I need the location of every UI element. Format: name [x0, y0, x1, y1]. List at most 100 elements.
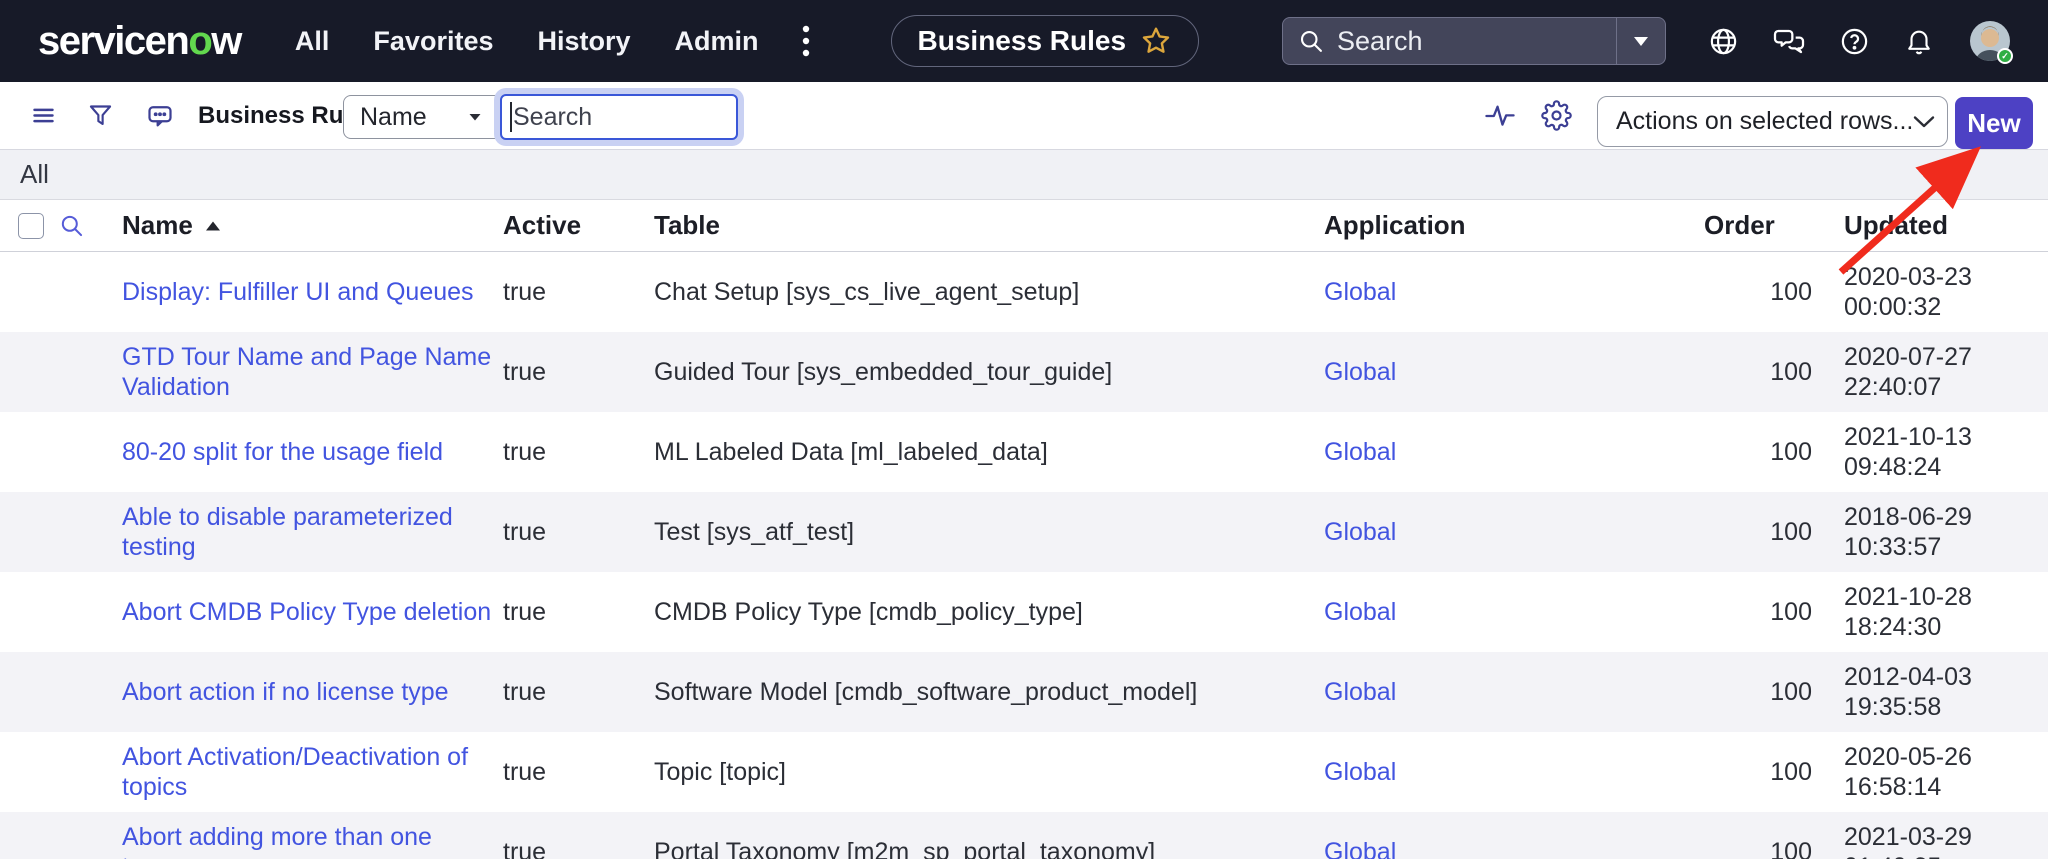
- column-header-table[interactable]: Table: [654, 210, 1324, 241]
- updated-date: 2020-07-27: [1844, 342, 2048, 372]
- user-avatar[interactable]: ✓: [1970, 21, 2010, 61]
- updated-date: 2020-05-26: [1844, 742, 2048, 772]
- list-search-placeholder: Search: [513, 103, 592, 132]
- column-header-label: Name: [122, 210, 193, 241]
- record-name-link[interactable]: Display: Fulfiller UI and Queues: [122, 277, 474, 307]
- updated-date: 2018-06-29: [1844, 502, 2048, 532]
- application-link[interactable]: Global: [1324, 837, 1396, 859]
- updated-date: 2021-10-28: [1844, 582, 2048, 612]
- row-application-cell: Global: [1324, 277, 1704, 307]
- row-name-cell: Abort adding more than one taxonomy: [93, 822, 503, 859]
- application-link[interactable]: Global: [1324, 437, 1396, 467]
- row-active-cell: true: [503, 277, 654, 307]
- row-order-cell: 100: [1704, 277, 1814, 307]
- search-field-value: Name: [360, 103, 468, 132]
- application-link[interactable]: Global: [1324, 277, 1396, 307]
- comments-icon: [146, 102, 174, 130]
- row-order-cell: 100: [1704, 357, 1814, 387]
- favorite-star-icon[interactable]: [1140, 25, 1172, 57]
- row-active-cell: true: [503, 677, 654, 707]
- updated-time: 09:48:24: [1844, 452, 2048, 482]
- application-link[interactable]: Global: [1324, 357, 1396, 387]
- updated-time: 18:24:30: [1844, 612, 2048, 642]
- row-order-cell: 100: [1704, 437, 1814, 467]
- nav-item-favorites[interactable]: Favorites: [373, 26, 493, 57]
- application-link[interactable]: Global: [1324, 597, 1396, 627]
- select-all-checkbox[interactable]: [18, 213, 44, 239]
- column-search-toggle-button[interactable]: [58, 212, 93, 239]
- personalize-pulse-button[interactable]: [1484, 100, 1516, 132]
- record-name-link[interactable]: GTD Tour Name and Page Name Validation: [122, 342, 495, 402]
- column-header-name[interactable]: Name: [93, 210, 503, 241]
- row-order-cell: 100: [1704, 757, 1814, 787]
- row-updated-cell: 2020-07-2722:40:07: [1814, 342, 2048, 402]
- breadcrumb-all-link[interactable]: All: [20, 159, 49, 190]
- row-active-cell: true: [503, 357, 654, 387]
- actions-select-value: Actions on selected rows...: [1616, 107, 1913, 136]
- row-order-cell: 100: [1704, 677, 1814, 707]
- servicenow-logo[interactable]: servicenow: [38, 19, 241, 64]
- filter-button[interactable]: [87, 102, 114, 129]
- row-updated-cell: 2021-03-2901:40:25: [1814, 822, 2048, 859]
- row-updated-cell: 2021-10-1309:48:24: [1814, 422, 2048, 482]
- more-menu-button[interactable]: [801, 24, 811, 58]
- current-page-pill[interactable]: Business Rules: [891, 15, 1200, 67]
- column-header-updated[interactable]: Updated: [1814, 210, 2048, 241]
- notifications-button[interactable]: [1904, 26, 1934, 56]
- globe-button[interactable]: [1708, 26, 1739, 57]
- select-caret-icon: [468, 112, 482, 122]
- global-search-box[interactable]: Search: [1282, 17, 1666, 65]
- new-button[interactable]: New: [1955, 97, 2033, 149]
- application-link[interactable]: Global: [1324, 757, 1396, 787]
- list-menu-button[interactable]: [30, 102, 57, 129]
- nav-item-history[interactable]: History: [537, 26, 630, 57]
- row-active-cell: true: [503, 437, 654, 467]
- settings-button[interactable]: [1541, 100, 1572, 131]
- updated-time: 22:40:07: [1844, 372, 2048, 402]
- record-name-link[interactable]: Able to disable parameterized testing: [122, 502, 495, 562]
- row-table-cell: Guided Tour [sys_embedded_tour_guide]: [654, 357, 1324, 387]
- record-name-link[interactable]: Abort CMDB Policy Type deletion: [122, 597, 491, 627]
- pill-label: Business Rules: [918, 25, 1127, 57]
- row-updated-cell: 2012-04-0319:35:58: [1814, 662, 2048, 722]
- application-link[interactable]: Global: [1324, 517, 1396, 547]
- updated-date: 2021-10-13: [1844, 422, 2048, 452]
- sort-ascending-icon: [205, 220, 221, 232]
- notifications-icon: [1904, 26, 1934, 56]
- column-header-application[interactable]: Application: [1324, 210, 1704, 241]
- row-table-cell: Portal Taxonomy [m2m_sp_portal_taxonomy]: [654, 837, 1324, 859]
- record-name-link[interactable]: Abort action if no license type: [122, 677, 449, 707]
- row-application-cell: Global: [1324, 757, 1704, 787]
- actions-on-rows-select[interactable]: Actions on selected rows...: [1597, 96, 1948, 147]
- row-application-cell: Global: [1324, 677, 1704, 707]
- help-button[interactable]: [1839, 26, 1870, 57]
- pulse-icon: [1484, 100, 1516, 132]
- column-header-active[interactable]: Active: [503, 210, 654, 241]
- row-name-cell: Abort Activation/Deactivation of topics: [93, 742, 503, 802]
- updated-time: 00:00:32: [1844, 292, 2048, 322]
- chat-button[interactable]: [1773, 25, 1805, 57]
- row-table-cell: ML Labeled Data [ml_labeled_data]: [654, 437, 1324, 467]
- screen: servicenow All Favorites History Admin B…: [0, 0, 2048, 859]
- record-name-link[interactable]: Abort Activation/Deactivation of topics: [122, 742, 495, 802]
- row-table-cell: Topic [topic]: [654, 757, 1324, 787]
- row-name-cell: Able to disable parameterized testing: [93, 502, 503, 562]
- list-search-input[interactable]: Search: [500, 94, 738, 140]
- updated-time: 16:58:14: [1844, 772, 2048, 802]
- chat-icon: [1773, 25, 1805, 57]
- comments-button[interactable]: [146, 102, 174, 130]
- row-updated-cell: 2018-06-2910:33:57: [1814, 502, 2048, 562]
- table-row: Abort action if no license typetrueSoftw…: [0, 652, 2048, 732]
- column-header-order[interactable]: Order: [1704, 210, 1814, 241]
- nav-item-admin[interactable]: Admin: [675, 26, 759, 57]
- search-scope-caret-icon[interactable]: [1617, 34, 1665, 48]
- record-name-link[interactable]: 80-20 split for the usage field: [122, 437, 443, 467]
- filter-icon: [87, 102, 114, 129]
- global-search-placeholder: Search: [1337, 26, 1616, 57]
- nav-item-all[interactable]: All: [295, 26, 330, 57]
- logo-text: w: [211, 19, 241, 63]
- row-name-cell: Abort action if no license type: [93, 677, 503, 707]
- record-name-link[interactable]: Abort adding more than one taxonomy: [122, 822, 495, 859]
- search-field-select[interactable]: Name: [343, 95, 497, 139]
- application-link[interactable]: Global: [1324, 677, 1396, 707]
